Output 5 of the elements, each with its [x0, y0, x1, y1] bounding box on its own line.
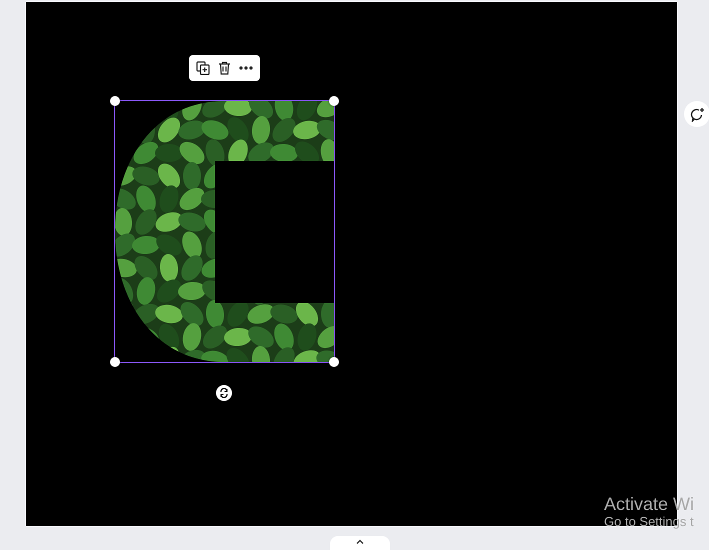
duplicate-icon[interactable] [194, 59, 212, 77]
trash-icon[interactable] [216, 59, 233, 77]
more-icon[interactable] [237, 64, 255, 72]
caret-icon [356, 539, 364, 544]
add-comment-icon[interactable] [684, 101, 709, 127]
